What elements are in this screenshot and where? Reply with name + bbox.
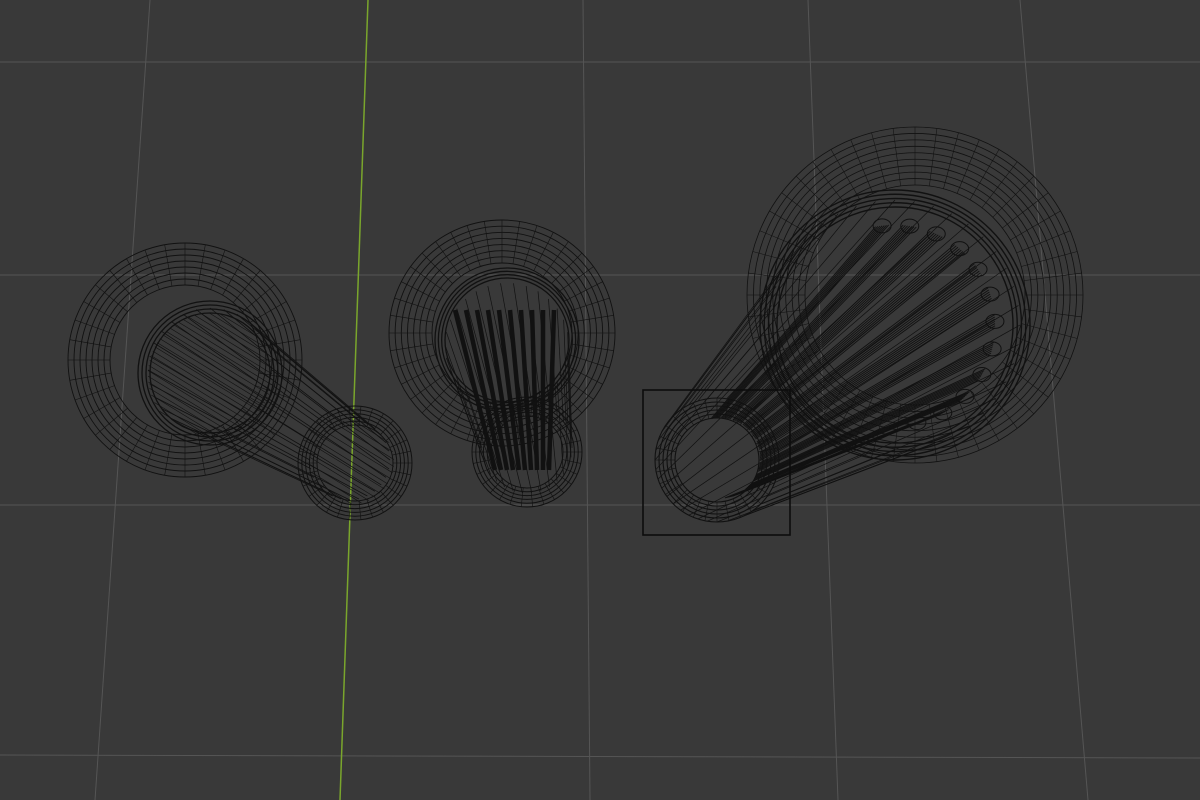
3d-viewport[interactable] (0, 0, 1200, 800)
mesh-edge (981, 161, 1018, 208)
tube-edge (757, 293, 991, 447)
nozzle-large-object[interactable] (654, 126, 1084, 523)
mesh-ring (145, 308, 275, 438)
mesh-edge (871, 132, 887, 189)
mesh-edge (74, 319, 115, 335)
mesh-edge (83, 301, 121, 323)
mesh-edge (195, 309, 342, 422)
mesh-edge (571, 343, 614, 351)
mesh-edge (746, 489, 762, 505)
mesh-edge (830, 149, 861, 200)
grid-line-h (0, 754, 1200, 759)
mesh-edge (222, 258, 244, 296)
mesh-edge (556, 308, 564, 422)
mesh-edge (571, 315, 614, 323)
mesh-edge (144, 430, 160, 471)
mesh-edge (126, 424, 148, 462)
tube-edge (745, 399, 963, 489)
y-axis-line (339, 0, 369, 800)
mesh-edge (394, 354, 436, 369)
mesh-edge (69, 339, 112, 348)
grid-line-v (94, 0, 151, 800)
tube-edge (750, 391, 970, 485)
mesh-edge (1010, 210, 1061, 241)
mesh-edge (568, 297, 610, 312)
grid-line-v (1019, 0, 1089, 800)
tube-edge (717, 224, 887, 419)
mesh-edge (169, 327, 271, 390)
mesh-edge (929, 128, 938, 186)
inner-fin (529, 309, 540, 471)
mesh-edge (551, 252, 583, 284)
mesh-edge (672, 415, 688, 431)
mesh-edge (1024, 309, 1082, 318)
mesh-edge (1024, 272, 1082, 281)
inner-fin (546, 309, 557, 471)
mesh-edge (144, 249, 160, 290)
mesh-ring (674, 417, 760, 503)
viewport-scene[interactable] (0, 0, 1200, 800)
mesh-edge (380, 491, 394, 506)
mesh-edge (421, 382, 453, 414)
mesh-edge (147, 375, 238, 432)
mesh-edge (319, 434, 391, 479)
mesh-edge (484, 221, 492, 264)
mesh-edge (943, 132, 959, 189)
mesh-edge (530, 487, 534, 507)
mesh-edge (512, 221, 520, 264)
nozzle-small-object[interactable] (67, 242, 413, 521)
mesh-edge (223, 309, 360, 422)
mesh-edge (358, 500, 362, 520)
mesh-edge (1021, 251, 1078, 267)
mesh-edge (197, 244, 206, 287)
mesh-edge (390, 315, 433, 323)
mesh-edge (236, 313, 368, 425)
mesh-edge (969, 149, 1000, 200)
mesh-edge (210, 249, 226, 290)
mesh-edge (550, 478, 565, 494)
mesh-edge (466, 225, 481, 267)
mesh-edge (707, 201, 876, 399)
mesh-edge (313, 445, 385, 490)
mesh-edge (147, 370, 243, 429)
mesh-edge (249, 301, 287, 323)
mesh-edge (69, 372, 112, 381)
mesh-edge (83, 397, 121, 419)
mesh-edge (316, 491, 330, 506)
mesh-edge (390, 343, 433, 351)
mesh-edge (74, 385, 115, 401)
mesh-edge (672, 489, 688, 505)
mesh-edge (380, 420, 394, 435)
mesh-edge (892, 128, 901, 186)
mesh-edge (164, 244, 173, 287)
mesh-edge (1002, 192, 1049, 229)
mesh-edge (523, 225, 538, 267)
tube-edge (734, 232, 935, 422)
grid-line-v (582, 0, 591, 800)
tube-edge (736, 233, 937, 422)
mesh-ring (308, 416, 402, 510)
mesh-edge (164, 433, 173, 476)
mesh-edge (311, 471, 362, 504)
mesh-edge (270, 355, 390, 452)
mesh-ring (301, 409, 409, 517)
mesh-edge (394, 297, 436, 312)
mesh-edge (421, 252, 453, 284)
nozzle-medium-object[interactable] (388, 219, 616, 508)
